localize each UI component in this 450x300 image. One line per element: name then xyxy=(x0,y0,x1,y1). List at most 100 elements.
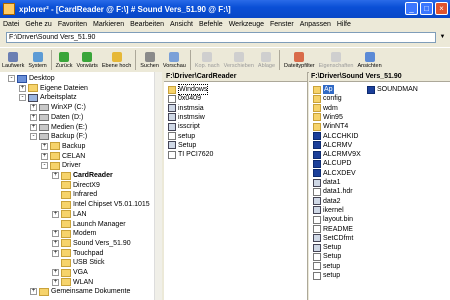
toolbar-button-3[interactable]: Vorwärts xyxy=(74,48,99,72)
menu-item-3[interactable]: Markieren xyxy=(90,21,127,28)
toolbar-button-5[interactable]: Suchen xyxy=(138,48,161,72)
expand-icon[interactable]: + xyxy=(30,104,37,112)
expand-icon[interactable]: + xyxy=(52,278,59,286)
file-item[interactable]: SetCDfmt xyxy=(313,234,353,243)
maximize-button[interactable]: □ xyxy=(420,2,433,15)
file-item[interactable]: ALCXDEV xyxy=(313,169,356,178)
file-item[interactable]: isscript xyxy=(168,122,200,131)
menu-item-5[interactable]: Ansicht xyxy=(167,21,196,28)
file-item[interactable]: TI PCI7620 xyxy=(168,150,213,159)
tree-item[interactable]: + CELAN xyxy=(41,152,85,161)
expand-icon[interactable]: + xyxy=(52,269,59,276)
file-item[interactable]: data1.hdr xyxy=(313,187,353,196)
menu-item-6[interactable]: Befehle xyxy=(196,21,226,28)
expand-icon[interactable]: + xyxy=(52,230,59,238)
toolbar-button-6[interactable]: Vorschau xyxy=(161,48,188,72)
file-item[interactable]: 0x0409 xyxy=(168,94,201,103)
toolbar-button-0[interactable]: Laufwerk xyxy=(0,48,26,72)
file-item[interactable]: Windows xyxy=(168,84,209,95)
tree-item[interactable]: - Driver xyxy=(41,161,81,170)
tree-item[interactable]: + Touchpad xyxy=(52,249,103,258)
file-item[interactable]: WinNT4 xyxy=(313,122,348,131)
tree-item[interactable]: DirectX9 xyxy=(52,181,100,190)
file-item[interactable]: setup xyxy=(168,132,195,141)
file-item[interactable]: instmsiw xyxy=(168,113,205,122)
tree-item[interactable]: + Sound Vers_51.90 xyxy=(52,239,131,248)
tree-item[interactable]: + Medien (E:) xyxy=(30,123,87,132)
toolbar-button-7[interactable]: Kop. nach xyxy=(193,48,222,72)
menu-item-7[interactable]: Werkzeuge xyxy=(226,21,267,28)
file-item[interactable]: instmsia xyxy=(168,104,204,113)
expand-icon[interactable]: + xyxy=(52,239,59,247)
menu-item-4[interactable]: Bearbeiten xyxy=(127,21,167,28)
menu-item-0[interactable]: Datei xyxy=(0,21,22,28)
expand-icon[interactable]: + xyxy=(52,172,59,179)
tree-item[interactable]: + LAN xyxy=(52,210,87,219)
tree-item[interactable]: + CardReader xyxy=(52,171,113,180)
tree-item[interactable]: - Arbeitsplatz xyxy=(19,93,77,102)
expand-icon[interactable]: + xyxy=(41,142,48,150)
expand-icon[interactable]: + xyxy=(30,123,37,131)
file-item[interactable]: ALCCHKID xyxy=(313,132,358,141)
address-input[interactable] xyxy=(6,32,436,43)
collapse-icon[interactable]: - xyxy=(30,133,37,141)
file-item[interactable]: Ap xyxy=(313,85,334,94)
expand-icon[interactable]: + xyxy=(52,210,59,218)
menu-item-10[interactable]: Hilfe xyxy=(334,21,354,28)
toolbar-button-4[interactable]: Ebene hoch xyxy=(100,48,133,72)
toolbar-button-11[interactable]: Eigenschaften xyxy=(317,48,356,72)
file-item[interactable]: SOUNDMAN xyxy=(367,85,418,94)
file-item[interactable]: ALCRMV xyxy=(313,141,352,150)
file-item[interactable]: ALCRMV9X xyxy=(313,150,361,159)
tree-item[interactable]: Infrared xyxy=(52,190,97,199)
tree-item[interactable]: + WLAN xyxy=(52,278,93,287)
file-item[interactable]: Setup xyxy=(168,141,196,150)
collapse-icon[interactable]: - xyxy=(19,94,26,102)
menu-item-8[interactable]: Fenster xyxy=(267,21,297,28)
file-item[interactable]: data2 xyxy=(313,197,341,206)
tree-item[interactable]: + VGA xyxy=(52,268,88,277)
file-item[interactable]: Setup xyxy=(313,252,341,261)
file-item[interactable]: config xyxy=(313,94,342,103)
tree-item[interactable]: USB Stick xyxy=(52,258,105,267)
tree-item[interactable]: + Backup xyxy=(41,142,85,151)
tree-item[interactable]: + Gemeinsame Dokumente xyxy=(30,287,130,296)
collapse-icon[interactable]: - xyxy=(41,162,48,170)
toolbar-button-10[interactable]: Dateitypfilter xyxy=(282,48,317,72)
tree-item[interactable]: + Modem xyxy=(52,229,96,238)
collapse-icon[interactable]: - xyxy=(8,75,15,82)
file-item[interactable]: setup xyxy=(313,262,340,271)
file-item[interactable]: README xyxy=(313,225,353,234)
close-button[interactable]: × xyxy=(435,2,448,15)
toolbar-button-12[interactable]: Ansichten xyxy=(355,48,383,72)
folder-tree[interactable]: - Desktop + Eigene Dateien - Arbeitsplatz + Win… xyxy=(0,72,164,300)
file-item[interactable]: ikernel xyxy=(313,206,344,215)
app-icon[interactable] xyxy=(3,3,15,15)
expand-icon[interactable]: + xyxy=(52,249,59,257)
tree-scrollbar[interactable] xyxy=(154,72,162,300)
minimize-button[interactable]: _ xyxy=(405,2,418,15)
tree-item[interactable]: Launch Manager xyxy=(52,220,126,229)
file-item[interactable]: wdm xyxy=(313,104,338,113)
left-file-pane[interactable]: F:\Driver\CardReader Windows 0x0409 instms… xyxy=(164,72,308,300)
menu-item-1[interactable]: Gehe zu xyxy=(22,21,54,28)
right-file-pane[interactable]: F:\Driver\Sound Vers_51.90 Ap config wdm Wi… xyxy=(309,72,450,300)
tree-item[interactable]: + WinXP (C:) xyxy=(30,103,86,112)
menu-item-9[interactable]: Anpassen xyxy=(297,21,334,28)
tree-item[interactable]: Intel Chipset V5.01.1015 xyxy=(52,200,150,209)
tree-item[interactable]: + Daten (D:) xyxy=(30,113,83,122)
file-item[interactable]: layout.bin xyxy=(313,215,353,224)
chevron-down-icon[interactable]: ▼ xyxy=(438,33,447,42)
tree-item[interactable]: + Eigene Dateien xyxy=(19,84,88,93)
file-item[interactable]: setup xyxy=(313,271,340,280)
tree-item[interactable]: - Desktop xyxy=(8,74,55,83)
expand-icon[interactable]: + xyxy=(41,152,48,160)
tree-item[interactable]: - Backup (F:) xyxy=(30,132,87,141)
file-item[interactable]: ALCUPD xyxy=(313,159,351,168)
toolbar-button-2[interactable]: Zurück xyxy=(54,48,75,72)
expand-icon[interactable]: + xyxy=(30,288,37,296)
expand-icon[interactable]: + xyxy=(19,84,26,92)
file-item[interactable]: Setup xyxy=(313,243,341,252)
menu-item-2[interactable]: Favoriten xyxy=(55,21,90,28)
toolbar-button-1[interactable]: System xyxy=(26,48,48,72)
